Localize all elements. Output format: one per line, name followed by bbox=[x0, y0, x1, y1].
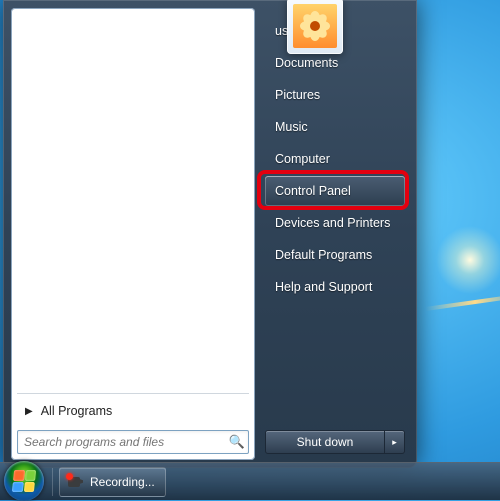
menu-item-music[interactable]: Music bbox=[265, 112, 405, 142]
right-menu-list: user Documents Pictures Music Computer C… bbox=[265, 14, 405, 424]
search-input[interactable] bbox=[18, 435, 226, 449]
user-picture-icon bbox=[293, 4, 337, 48]
menu-item-devices-printers[interactable]: Devices and Printers bbox=[265, 208, 405, 238]
taskbar: Recording... bbox=[0, 462, 500, 500]
start-menu: ▶ All Programs 🔍 user Documents Pictures… bbox=[3, 0, 417, 468]
search-icon[interactable]: 🔍 bbox=[226, 434, 248, 450]
taskbar-app-recording[interactable]: Recording... bbox=[59, 467, 166, 497]
menu-item-help-support[interactable]: Help and Support bbox=[265, 272, 405, 302]
all-programs-label: All Programs bbox=[41, 404, 113, 418]
search-box[interactable]: 🔍 bbox=[17, 430, 249, 454]
menu-item-default-programs[interactable]: Default Programs bbox=[265, 240, 405, 270]
menu-item-computer[interactable]: Computer bbox=[265, 144, 405, 174]
shutdown-button[interactable]: Shut down bbox=[265, 430, 385, 454]
camcorder-icon bbox=[66, 473, 84, 491]
shutdown-options-button[interactable]: ▸ bbox=[385, 430, 405, 454]
all-programs-button[interactable]: ▶ All Programs bbox=[17, 400, 249, 422]
shutdown-group: Shut down ▸ bbox=[265, 430, 405, 454]
start-button[interactable] bbox=[4, 461, 44, 501]
triangle-right-icon: ▶ bbox=[25, 406, 33, 417]
taskbar-app-label: Recording... bbox=[90, 475, 155, 489]
recent-programs-area bbox=[17, 14, 249, 389]
start-menu-right-pane: user Documents Pictures Music Computer C… bbox=[255, 8, 409, 460]
taskbar-separator bbox=[52, 468, 53, 496]
divider bbox=[17, 393, 249, 394]
start-menu-left-pane: ▶ All Programs 🔍 bbox=[11, 8, 255, 460]
menu-item-control-panel[interactable]: Control Panel bbox=[265, 176, 405, 206]
user-picture-frame[interactable] bbox=[287, 0, 343, 54]
windows-logo-icon bbox=[12, 470, 36, 492]
menu-item-pictures[interactable]: Pictures bbox=[265, 80, 405, 110]
